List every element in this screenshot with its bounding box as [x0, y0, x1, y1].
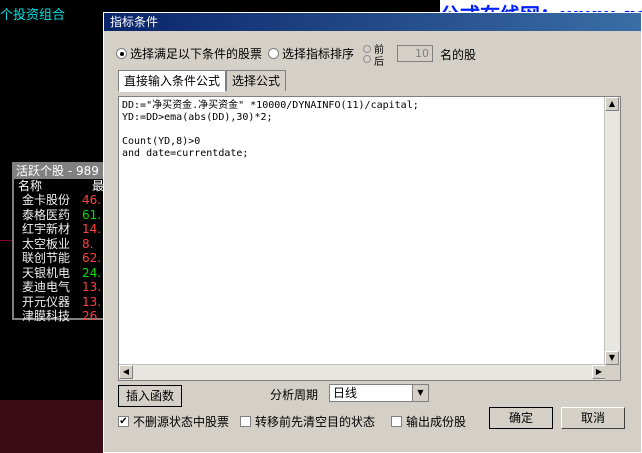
- vertical-scrollbar[interactable]: ▲ ▼: [604, 97, 620, 365]
- horizontal-scrollbar[interactable]: ◀ ▶: [119, 364, 606, 380]
- clear-target-label: 转移前先清空目的状态: [255, 415, 376, 429]
- top-n-input[interactable]: 10: [397, 45, 433, 62]
- period-select-value: 日线: [333, 386, 358, 400]
- radio-back-label: 后: [374, 57, 384, 68]
- radio-sort-indicator-label[interactable]: 选择指标排序: [282, 45, 354, 62]
- stock-row[interactable]: 金卡股份 46.: [14, 193, 108, 208]
- output-components-label: 输出成份股: [406, 415, 467, 429]
- portfolio-title: 个投资组合: [0, 8, 66, 23]
- stock-row[interactable]: 红宇新材 14.: [14, 222, 108, 237]
- stock-price: 61.: [82, 207, 102, 222]
- scroll-left-icon[interactable]: ◀: [119, 365, 133, 379]
- keep-source-label: 不删源状态中股票: [133, 415, 230, 429]
- cancel-button[interactable]: 取消: [561, 407, 625, 429]
- stock-name: 津膜科技: [22, 309, 71, 323]
- period-label: 分析周期: [270, 388, 319, 402]
- dialog-title[interactable]: 指标条件: [104, 13, 641, 31]
- active-stocks-title[interactable]: 活跃个股 - 989: [14, 164, 108, 179]
- stock-name: 开元仪器: [22, 294, 71, 309]
- checkbox-icon[interactable]: [391, 416, 402, 427]
- stock-price: 62.: [82, 251, 102, 265]
- formula-tabs: 直接输入条件公式 选择公式: [118, 70, 287, 92]
- stock-name: 天银机电: [22, 265, 71, 280]
- stock-row[interactable]: 麦迪电气 13.: [14, 280, 108, 295]
- ok-button[interactable]: 确定: [489, 407, 553, 429]
- stock-row[interactable]: 津膜科技 26.: [14, 309, 108, 324]
- indicator-condition-dialog: 指标条件 选择满足以下条件的股票 选择指标排序 前 后 10 名的股 直接输入条…: [103, 12, 642, 453]
- code-line: Count(YD,8)>0: [122, 136, 201, 147]
- stock-name: 泰格医药: [22, 207, 71, 222]
- stock-row[interactable]: 联创节能 62.: [14, 251, 108, 266]
- top-n-suffix: 名的股: [440, 48, 477, 62]
- radio-back[interactable]: [363, 55, 371, 63]
- stock-name: 麦迪电气: [22, 280, 71, 294]
- stock-price: 13.: [82, 294, 102, 309]
- stock-name: 红宇新材: [22, 222, 71, 236]
- stock-name: 太空板业: [22, 236, 71, 251]
- radio-sort-indicator[interactable]: [268, 47, 280, 59]
- period-select[interactable]: 日线 ▼: [329, 384, 429, 402]
- formula-editor[interactable]: DD:="净买资金.净买资金" *10000/DYNAINFO(11)/capi…: [118, 96, 621, 381]
- column-name[interactable]: 名称: [18, 179, 42, 193]
- stock-price: 24.: [82, 265, 102, 280]
- chevron-down-icon[interactable]: ▼: [412, 385, 428, 401]
- stock-row[interactable]: 泰格医药 61.: [14, 208, 108, 223]
- scrollbar-corner: [605, 365, 620, 380]
- keep-source-checkbox[interactable]: ✔ 不删源状态中股票: [118, 413, 229, 430]
- scroll-down-icon[interactable]: ▼: [605, 351, 619, 365]
- active-stocks-panel: 活跃个股 - 989 名称 最 金卡股份 46. 泰格医药 61. 红宇新材 14. …: [12, 162, 110, 323]
- radio-select-stocks[interactable]: [116, 47, 127, 59]
- radio-select-stocks-label[interactable]: 选择满足以下条件的股票: [130, 45, 262, 62]
- checkbox-checked-icon[interactable]: ✔: [118, 416, 129, 427]
- stock-name: 金卡股份: [22, 193, 71, 207]
- clear-target-checkbox[interactable]: 转移前先清空目的状态: [240, 413, 375, 430]
- selection-mode-row: 选择满足以下条件的股票 选择指标排序: [116, 43, 354, 63]
- stock-price: 26.: [82, 309, 102, 323]
- checkbox-icon[interactable]: [240, 416, 251, 427]
- stock-row[interactable]: 太空板业 8.: [14, 237, 108, 252]
- scroll-up-icon[interactable]: ▲: [605, 97, 619, 111]
- insert-function-button[interactable]: 插入函数: [118, 385, 182, 407]
- formula-code[interactable]: DD:="净买资金.净买资金" *10000/DYNAINFO(11)/capi…: [122, 100, 419, 160]
- scroll-right-icon[interactable]: ▶: [592, 365, 606, 379]
- stock-price: 14.: [82, 222, 102, 236]
- radio-front[interactable]: [363, 45, 371, 53]
- stock-price: 8.: [82, 236, 94, 251]
- output-components-checkbox[interactable]: 输出成份股: [391, 413, 466, 430]
- stock-row[interactable]: 天银机电 24.: [14, 266, 108, 281]
- tab-select-formula[interactable]: 选择公式: [226, 70, 287, 91]
- stock-price: 46.: [82, 193, 102, 207]
- code-line: YD:=DD>ema(abs(DD),30)*2;: [122, 112, 273, 123]
- tab-direct-input[interactable]: 直接输入条件公式: [118, 70, 227, 92]
- stock-column-header: 名称 最: [14, 179, 108, 193]
- stock-price: 13.: [82, 280, 102, 294]
- code-line: and date=currentdate;: [122, 148, 249, 159]
- code-line: DD:="净买资金.净买资金" *10000/DYNAINFO(11)/capi…: [122, 100, 419, 111]
- stock-name: 联创节能: [22, 251, 71, 265]
- stock-row[interactable]: 开元仪器 13.: [14, 295, 108, 310]
